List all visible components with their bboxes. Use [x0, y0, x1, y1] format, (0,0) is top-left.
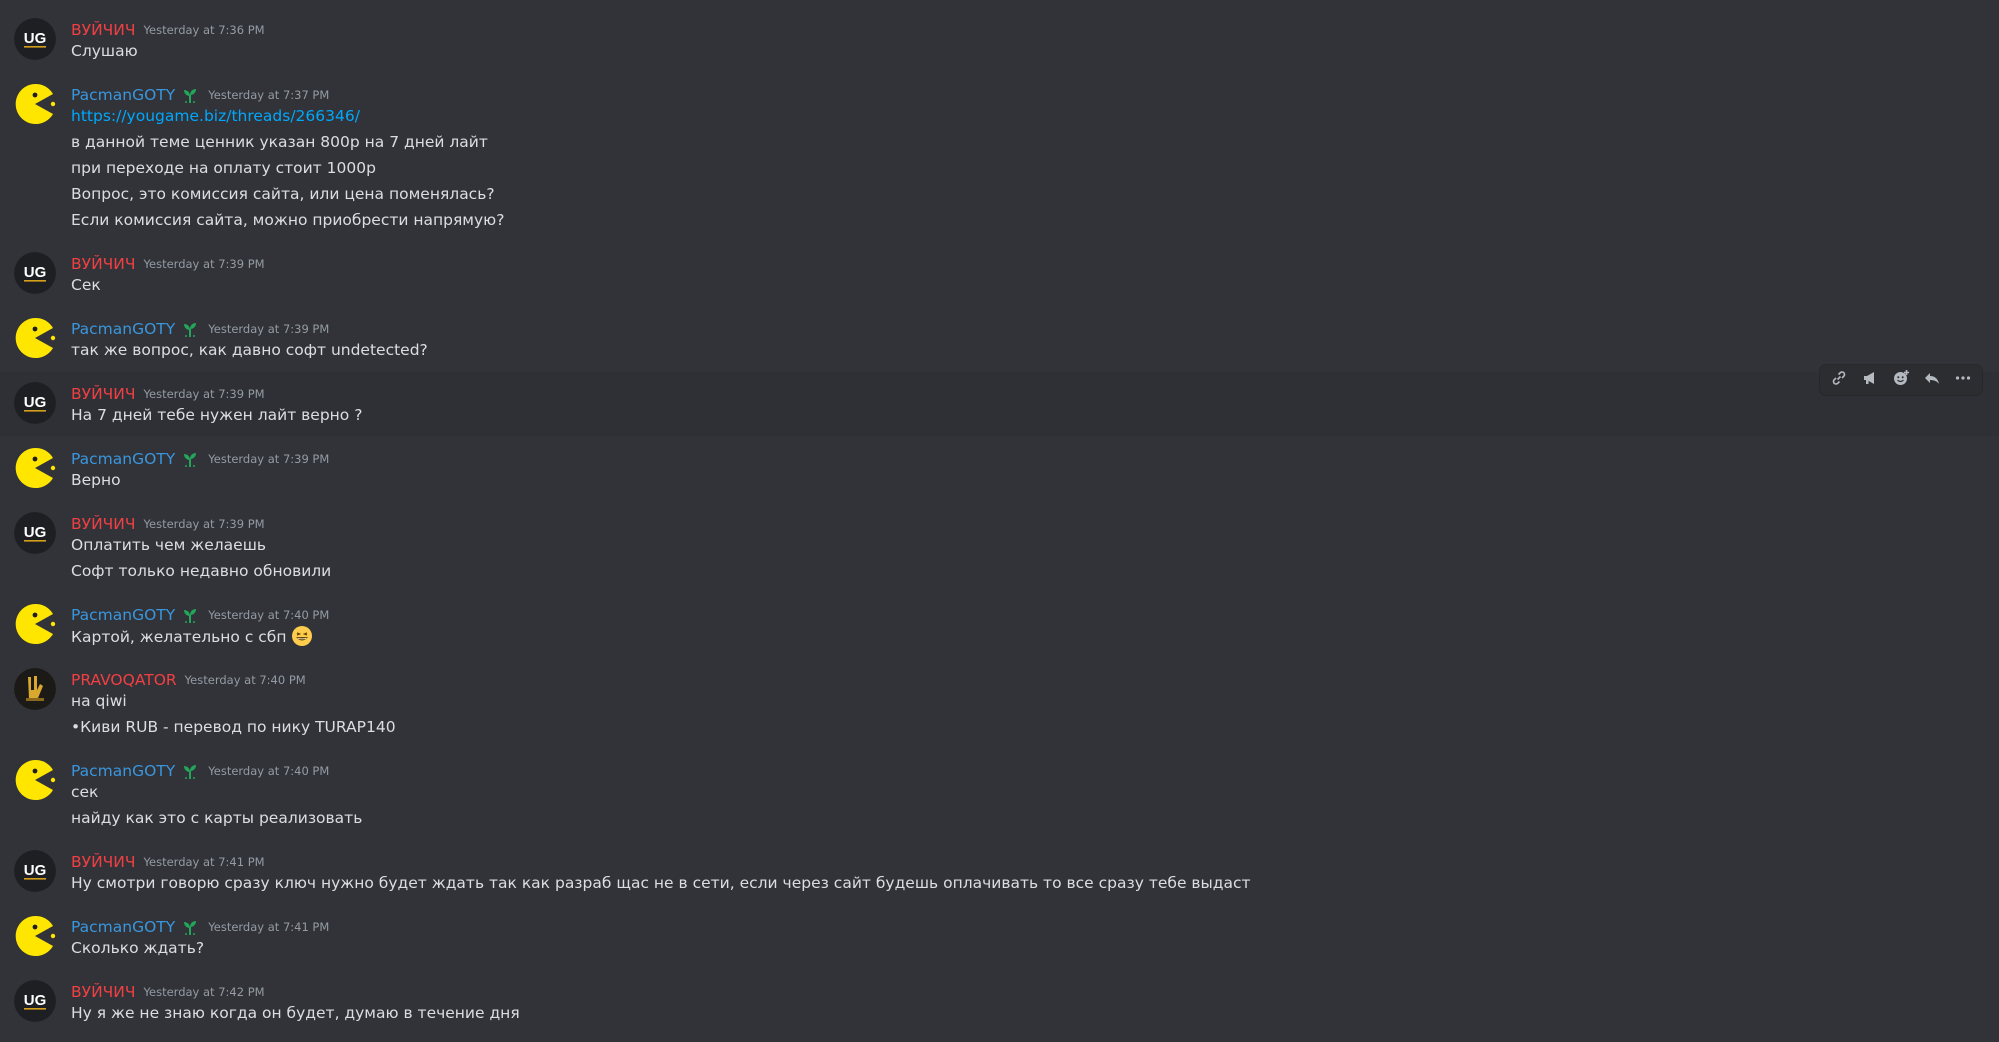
message-item[interactable]: PRAVOQATOR Yesterday at 7:40 PM на qiwi •… [0, 668, 1999, 740]
message-text: Оплатить чем желаешь [71, 536, 267, 554]
message-item[interactable]: PacmanGOTY Yesterday at 7:40 PM сек найду… [0, 759, 1999, 831]
timestamp: Yesterday at 7:40 PM [208, 608, 330, 622]
timestamp: Yesterday at 7:36 PM [143, 23, 265, 37]
message-text: Сек [71, 276, 101, 294]
avatar[interactable] [14, 603, 56, 645]
message-text: Софт только недавно обновили [71, 562, 332, 580]
username[interactable]: PacmanGOTY [71, 606, 175, 624]
avatar[interactable] [14, 759, 56, 801]
message-item-hovered[interactable]: UG ВУЙЧИЧ Yesterday at 7:39 PM На 7 дней … [0, 372, 1999, 436]
message-text: Слушаю [71, 42, 138, 60]
message-item[interactable]: PacmanGOTY Yesterday at 7:39 PM так же во… [0, 317, 1999, 363]
publish-button[interactable] [1857, 367, 1883, 393]
message-text: Картой, желательно с сбп [71, 628, 287, 646]
timestamp: Yesterday at 7:42 PM [143, 985, 265, 999]
timestamp: Yesterday at 7:40 PM [184, 673, 306, 687]
message-item[interactable]: UG ВУЙЧИЧ Yesterday at 7:39 PM Оплатить ч… [0, 512, 1999, 584]
message-item[interactable]: PacmanGOTY Yesterday at 7:40 PM Картой, ж… [0, 603, 1999, 651]
username[interactable]: PRAVOQATOR [71, 671, 177, 689]
timestamp: Yesterday at 7:41 PM [143, 855, 265, 869]
username[interactable]: PacmanGOTY [71, 762, 175, 780]
message-text-row: Картой, желательно с сбп [71, 625, 313, 648]
reply-icon [1923, 369, 1941, 391]
more-icon [1954, 369, 1972, 391]
avatar[interactable]: UG [14, 18, 56, 60]
message-item[interactable]: UG ВУЙЧИЧ Yesterday at 7:36 PM Слушаю [0, 18, 1999, 64]
timestamp: Yesterday at 7:39 PM [208, 452, 330, 466]
more-options-button[interactable] [1950, 367, 1976, 393]
message-link-line: https://yougame.biz/threads/266346/ [71, 105, 360, 127]
add-reaction-icon [1892, 369, 1910, 391]
nitro-sprout-badge-icon [180, 85, 200, 105]
timestamp: Yesterday at 7:39 PM [208, 322, 330, 336]
add-reaction-button[interactable] [1888, 367, 1914, 393]
username[interactable]: ВУЙЧИЧ [71, 21, 136, 39]
avatar[interactable]: UG [14, 252, 56, 294]
avatar[interactable] [14, 668, 56, 710]
message-text: На 7 дней тебе нужен лайт верно ? [71, 406, 363, 424]
message-text: сек [71, 783, 99, 801]
avatar[interactable] [14, 317, 56, 359]
svg-text:UG: UG [24, 862, 47, 879]
avatar[interactable] [14, 447, 56, 489]
message-text: при переходе на оплату стоит 1000р [71, 159, 376, 177]
message-link[interactable]: https://yougame.biz/threads/266346/ [71, 107, 360, 125]
message-text: •Киви RUB - перевод по нику TURAP140 [71, 718, 396, 736]
nitro-sprout-badge-icon [180, 761, 200, 781]
username[interactable]: PacmanGOTY [71, 918, 175, 936]
timestamp: Yesterday at 7:39 PM [143, 387, 265, 401]
username[interactable]: PacmanGOTY [71, 450, 175, 468]
message-text: на qiwi [71, 692, 127, 710]
link-icon [1830, 369, 1848, 391]
avatar[interactable]: UG [14, 980, 56, 1022]
username[interactable]: PacmanGOTY [71, 86, 175, 104]
timestamp: Yesterday at 7:39 PM [143, 257, 265, 271]
message-item[interactable]: UG ВУЙЧИЧ Yesterday at 7:41 PM Ну смотри … [0, 850, 1999, 896]
username[interactable]: ВУЙЧИЧ [71, 983, 136, 1001]
grinning-face-emoji-icon[interactable] [291, 625, 313, 647]
avatar[interactable]: UG [14, 382, 56, 424]
nitro-sprout-badge-icon [180, 449, 200, 469]
message-text: Сколько ждать? [71, 939, 205, 957]
timestamp: Yesterday at 7:41 PM [208, 920, 330, 934]
svg-text:UG: UG [24, 524, 47, 541]
message-text: найду как это с карты реализовать [71, 809, 363, 827]
username[interactable]: PacmanGOTY [71, 320, 175, 338]
nitro-sprout-badge-icon [180, 319, 200, 339]
timestamp: Yesterday at 7:40 PM [208, 764, 330, 778]
message-text: так же вопрос, как давно софт undetected… [71, 341, 428, 359]
svg-text:UG: UG [24, 992, 47, 1009]
nitro-sprout-badge-icon [180, 917, 200, 937]
megaphone-icon [1861, 369, 1879, 391]
message-action-toolbar [1820, 365, 1982, 395]
reply-button[interactable] [1919, 367, 1945, 393]
message-text: Вопрос, это комиссия сайта, или цена пом… [71, 185, 495, 203]
avatar[interactable]: UG [14, 850, 56, 892]
message-item[interactable]: PacmanGOTY Yesterday at 7:37 PM https://y… [0, 83, 1999, 235]
message-item[interactable]: PacmanGOTY Yesterday at 7:39 PM Верно [0, 447, 1999, 493]
avatar[interactable] [14, 915, 56, 957]
username[interactable]: ВУЙЧИЧ [71, 515, 136, 533]
message-text: Верно [71, 471, 121, 489]
copy-link-button[interactable] [1826, 367, 1852, 393]
svg-text:UG: UG [24, 264, 47, 281]
username[interactable]: ВУЙЧИЧ [71, 255, 136, 273]
avatar[interactable]: UG [14, 512, 56, 554]
timestamp: Yesterday at 7:37 PM [208, 88, 330, 102]
username[interactable]: ВУЙЧИЧ [71, 853, 136, 871]
svg-text:UG: UG [24, 394, 47, 411]
message-text: в данной теме ценник указан 800р на 7 дн… [71, 133, 488, 151]
timestamp: Yesterday at 7:39 PM [143, 517, 265, 531]
message-text: Если комиссия сайта, можно приобрести на… [71, 211, 505, 229]
message-item[interactable]: PacmanGOTY Yesterday at 7:41 PM Сколько ж… [0, 915, 1999, 961]
message-text: Ну смотри говорю сразу ключ нужно будет … [71, 874, 1251, 892]
nitro-sprout-badge-icon [180, 605, 200, 625]
avatar[interactable] [14, 83, 56, 125]
message-text: Ну я же не знаю когда он будет, думаю в … [71, 1004, 520, 1022]
svg-text:UG: UG [24, 30, 47, 47]
username[interactable]: ВУЙЧИЧ [71, 385, 136, 403]
message-item[interactable]: UG ВУЙЧИЧ Yesterday at 7:39 PM Сек [0, 252, 1999, 298]
message-item[interactable]: UG ВУЙЧИЧ Yesterday at 7:42 PM Ну я же не… [0, 980, 1999, 1026]
chat-message-list[interactable]: UG ВУЙЧИЧ Yesterday at 7:36 PM Слушаю Pac… [0, 0, 1999, 1042]
